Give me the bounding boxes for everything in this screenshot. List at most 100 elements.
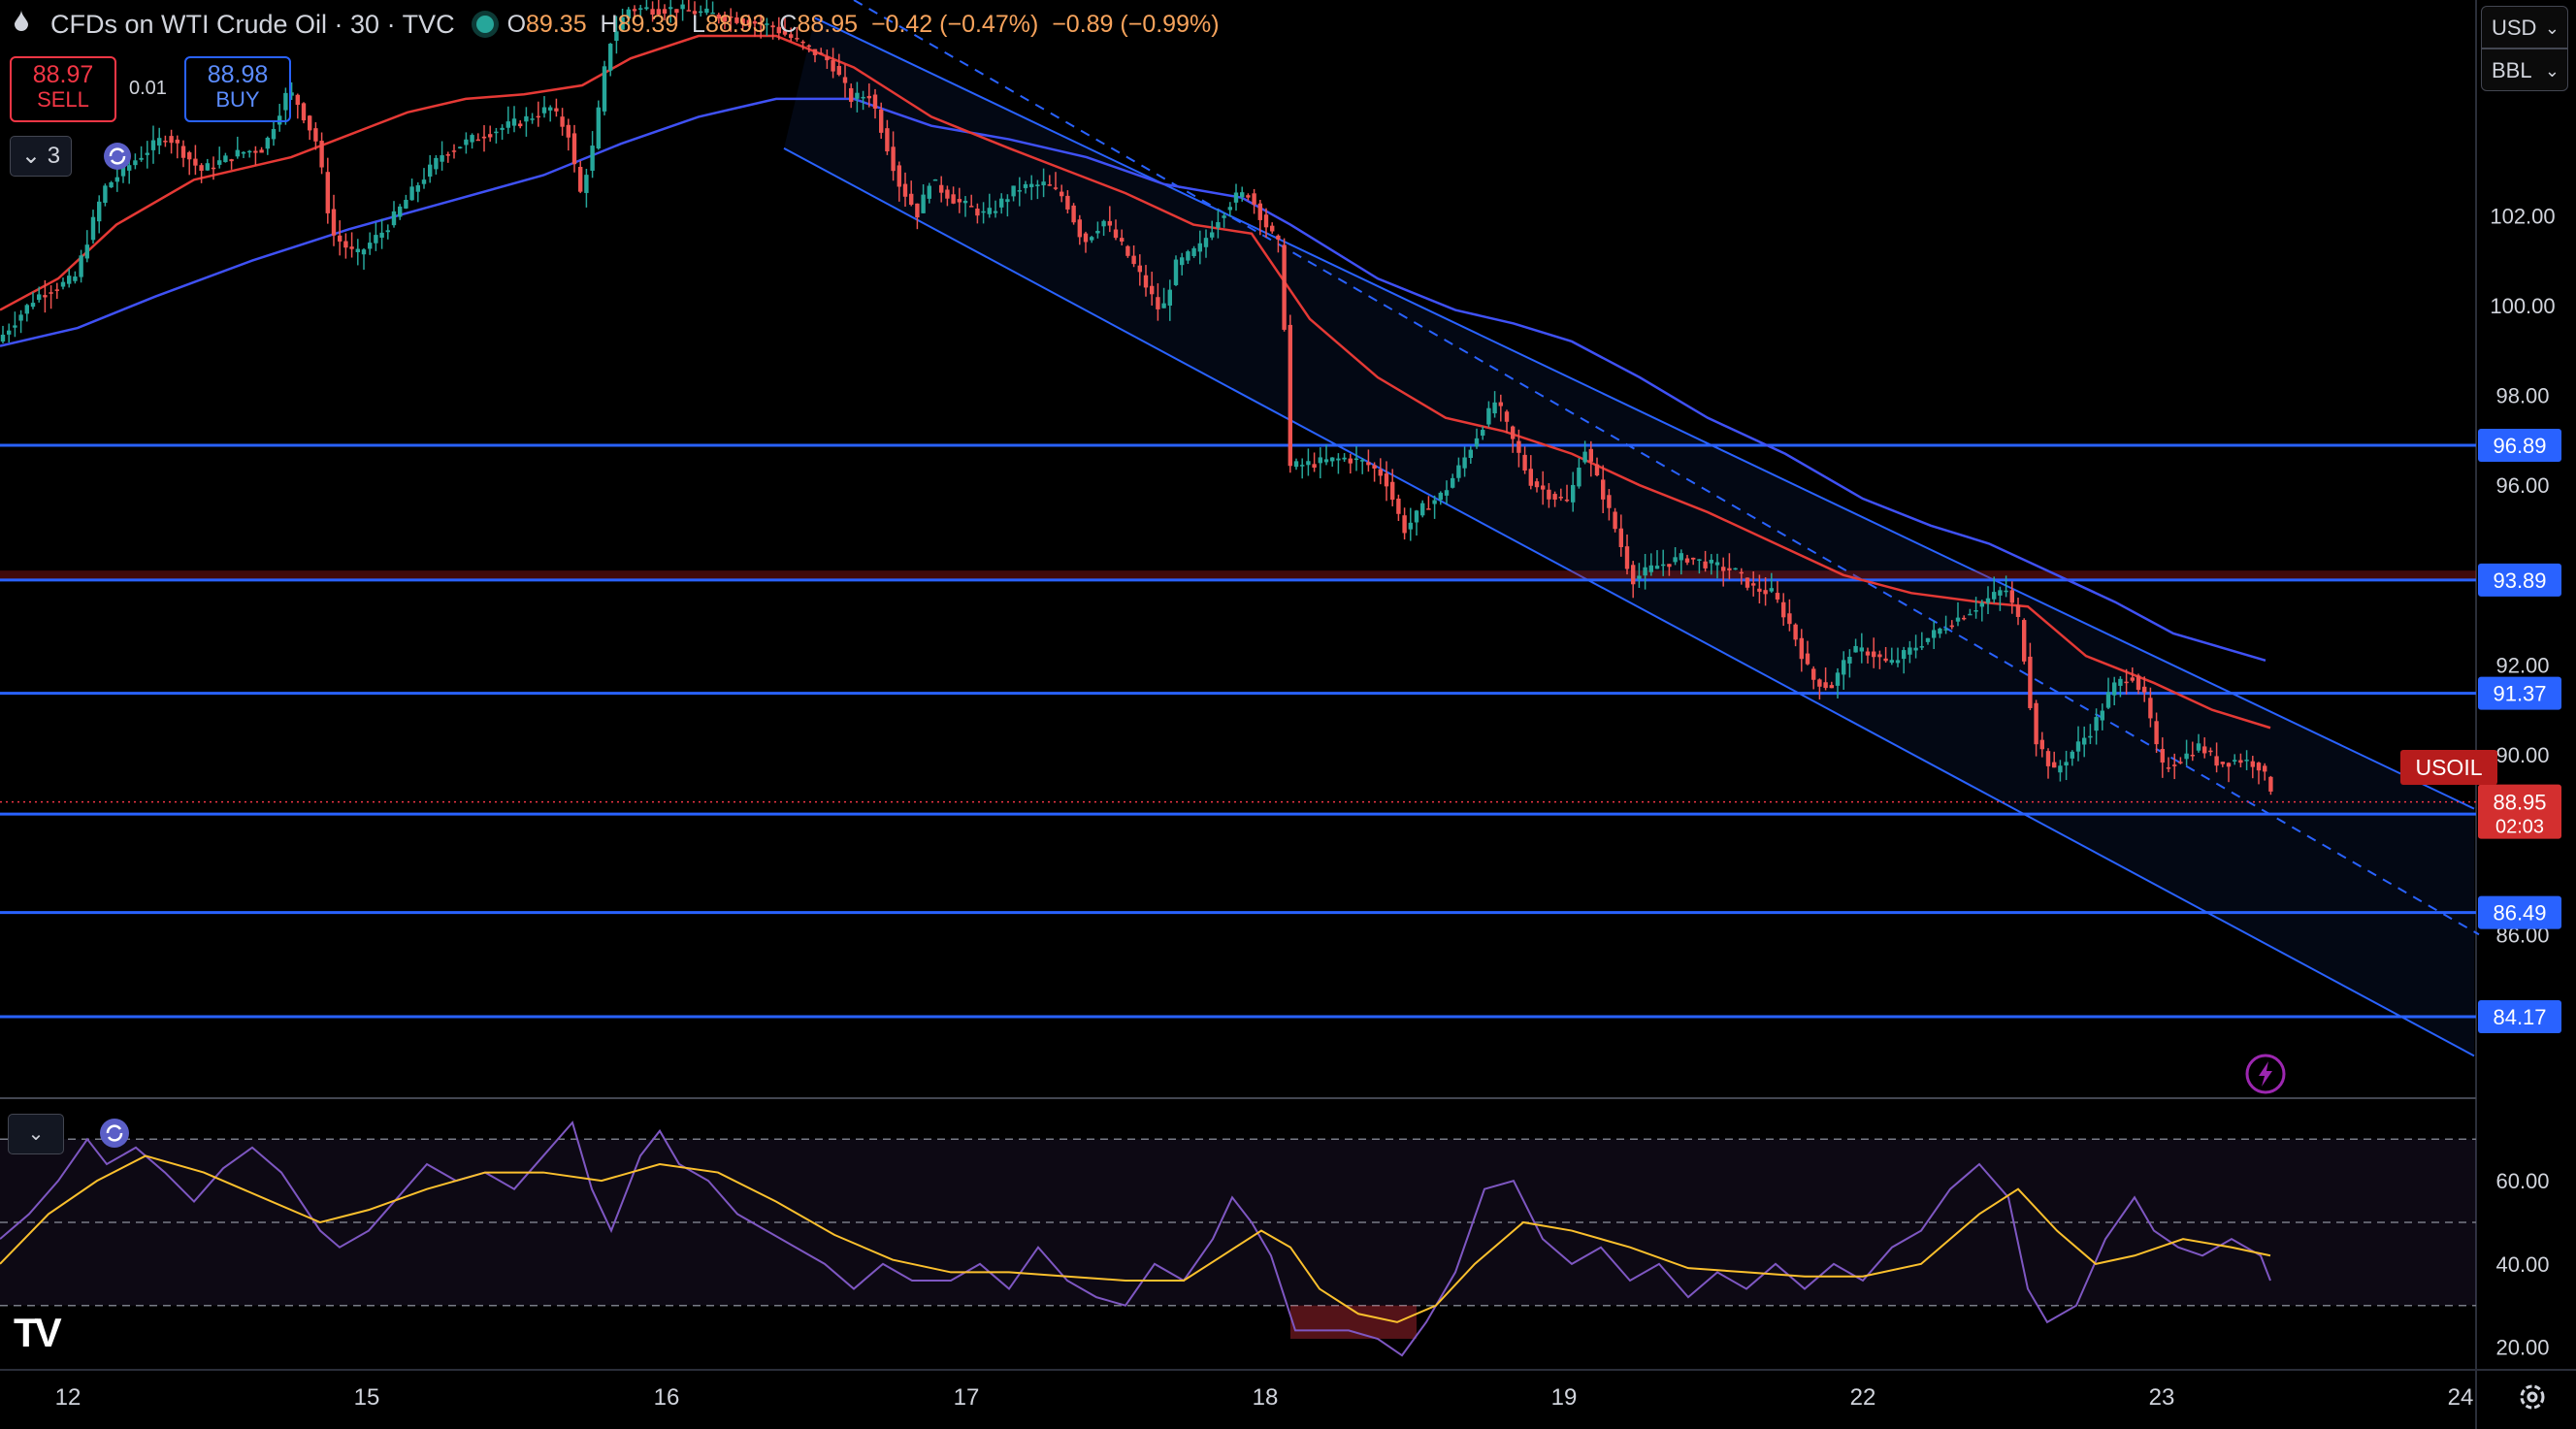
- candle-body: [855, 92, 860, 99]
- candle-body: [2178, 762, 2183, 763]
- candle-body: [2160, 749, 2165, 763]
- candle-body: [2208, 750, 2213, 753]
- candle-body: [1372, 465, 1377, 469]
- candle-body: [530, 118, 535, 120]
- candle-body: [1781, 601, 1786, 618]
- sell-button[interactable]: 88.97 SELL: [10, 56, 116, 122]
- candle-body: [927, 185, 931, 199]
- candle-body: [1210, 232, 1215, 238]
- candle-body: [1246, 195, 1251, 198]
- candle-body: [1739, 571, 1744, 574]
- candle-body: [1323, 459, 1329, 463]
- candle-body: [1330, 457, 1335, 462]
- rsi-collapse-button[interactable]: ⌄: [8, 1114, 64, 1154]
- settings-gear-icon[interactable]: [2513, 1378, 2552, 1416]
- candle-body: [1594, 464, 1600, 476]
- candle-body: [2130, 677, 2135, 681]
- candle-body: [1637, 575, 1642, 579]
- price-chart[interactable]: 102.00100.0098.0096.0092.0090.0086.0096.…: [0, 0, 2576, 1429]
- candle-body: [1474, 438, 1480, 447]
- candle-body: [1444, 490, 1450, 496]
- candle-body: [2256, 763, 2262, 771]
- indicators-toggle-button[interactable]: ⌄ 3: [10, 136, 72, 177]
- candle-body: [1769, 588, 1774, 592]
- candle-body: [2250, 761, 2255, 767]
- candle-body: [1582, 451, 1587, 463]
- candle-body: [524, 115, 529, 122]
- unit-select[interactable]: BBL ⌄: [2481, 49, 2568, 91]
- change-value-2: −0.89 (−0.99%): [1052, 10, 1220, 38]
- rsi-refresh-icon[interactable]: [99, 1118, 130, 1149]
- candle-body: [1883, 658, 1888, 662]
- candle-body: [470, 135, 474, 143]
- candle-body: [1745, 577, 1750, 588]
- level-label: 93.89: [2493, 568, 2546, 593]
- candle-body: [217, 160, 222, 165]
- candle-body: [1949, 625, 1954, 628]
- symbol-title[interactable]: CFDs on WTI Crude Oil · 30 · TVC: [50, 10, 455, 40]
- candle-body: [1618, 528, 1623, 548]
- candle-body: [13, 325, 17, 328]
- candle-body: [2100, 710, 2104, 721]
- candle-body: [2118, 678, 2123, 686]
- candle-body: [421, 179, 427, 184]
- candle-body: [1366, 462, 1371, 466]
- candle-body: [1613, 511, 1617, 530]
- candle-body: [1679, 553, 1683, 561]
- candle-body: [265, 138, 270, 149]
- candle-body: [30, 303, 36, 308]
- candle-body: [1564, 499, 1570, 502]
- price-tick-label: 96.00: [2495, 473, 2549, 498]
- candle-body: [2034, 702, 2038, 745]
- candle-body: [541, 107, 547, 114]
- candle-body: [1378, 469, 1383, 476]
- candle-body: [1240, 192, 1245, 198]
- candle-body: [464, 139, 469, 146]
- candle-body: [49, 292, 53, 294]
- candle-body: [1282, 244, 1287, 330]
- candle-body: [951, 194, 956, 204]
- candle-body: [157, 138, 162, 146]
- buy-button[interactable]: 88.98 BUY: [184, 56, 291, 122]
- candle-body: [409, 186, 414, 201]
- price-tick-label: 102.00: [2490, 204, 2555, 228]
- candle-body: [1180, 257, 1185, 266]
- candle-body: [180, 146, 186, 158]
- candle-body: [24, 305, 29, 314]
- candle-body: [488, 134, 493, 138]
- candle-body: [60, 281, 66, 287]
- candle-body: [54, 289, 59, 291]
- candle-body: [90, 216, 96, 241]
- candle-body: [1895, 660, 1901, 664]
- candle-body: [374, 235, 378, 244]
- candle-body: [1456, 465, 1461, 478]
- candle-body: [2202, 746, 2207, 754]
- candle-body: [43, 295, 48, 298]
- candle-body: [1835, 672, 1841, 686]
- candle-body: [1432, 500, 1437, 504]
- candle-body: [987, 208, 992, 214]
- candle-body: [1276, 235, 1281, 240]
- candle-body: [1955, 617, 1961, 622]
- candle-body: [909, 193, 914, 206]
- candle-body: [1998, 590, 2003, 596]
- candle-body: [1793, 624, 1798, 640]
- candle-body: [1624, 546, 1630, 569]
- lightning-icon[interactable]: [2245, 1054, 2286, 1094]
- last-price-label: 88.95: [2493, 791, 2546, 815]
- candle-body: [1360, 460, 1365, 462]
- candle-body: [0, 335, 6, 342]
- candle-body: [1697, 559, 1702, 561]
- candle-body: [578, 167, 583, 192]
- candle-body: [440, 155, 444, 162]
- candle-body: [861, 96, 865, 99]
- candle-body: [1528, 469, 1533, 486]
- currency-select[interactable]: USD ⌄: [2481, 6, 2568, 49]
- refresh-icon[interactable]: [103, 142, 132, 171]
- candle-body: [1829, 685, 1834, 689]
- candle-body: [1902, 650, 1907, 660]
- candle-body: [235, 149, 240, 157]
- candle-body: [1733, 568, 1738, 570]
- level-label: 86.49: [2493, 901, 2546, 926]
- candle-body: [1222, 215, 1226, 218]
